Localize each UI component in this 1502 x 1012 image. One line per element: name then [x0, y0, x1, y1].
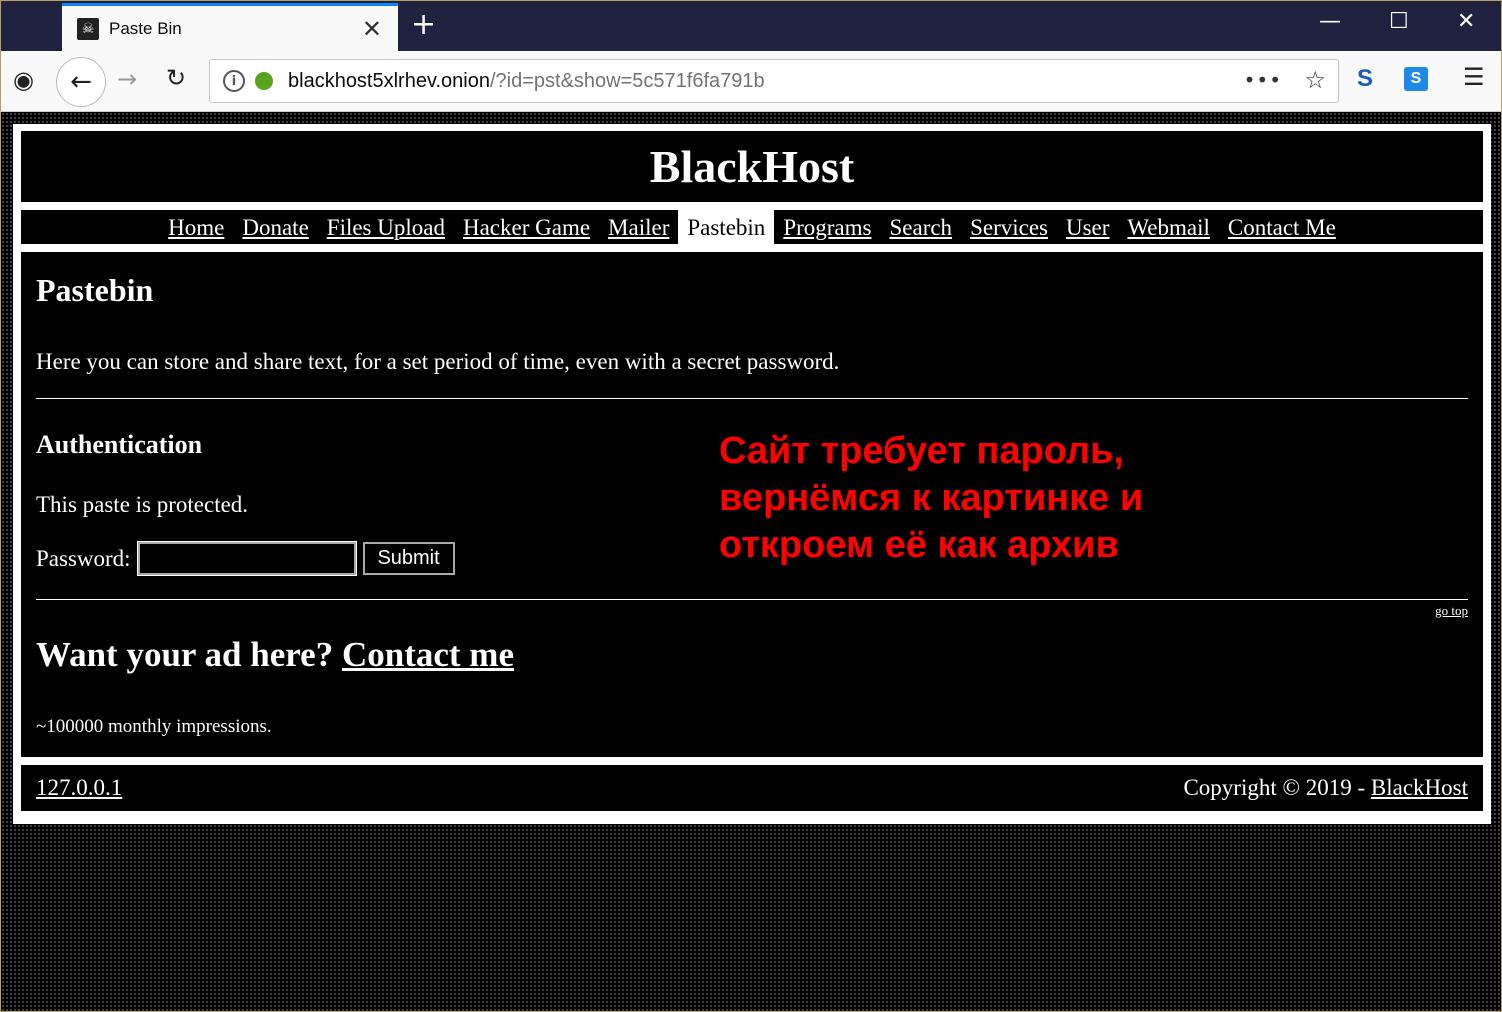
page-actions-icon[interactable]: ••• [1244, 68, 1282, 92]
password-input[interactable] [136, 541, 357, 576]
url-path: /?id=pst&show=5c571f6fa791b [489, 69, 765, 92]
page-title: Pastebin [36, 272, 154, 308]
nav-link-search[interactable]: Search [880, 210, 961, 244]
window-close-icon[interactable]: ✕ [1457, 9, 1475, 34]
copyright: Copyright © 2019 - BlackHost [1183, 775, 1468, 801]
site-footer: 127.0.0.1 Copyright © 2019 - BlackHost [21, 765, 1483, 811]
bookmark-star-icon[interactable]: ☆ [1304, 66, 1326, 94]
url-bar[interactable]: i blackhost5xlrhev.onion/?id=pst&show=5c… [209, 59, 1339, 103]
extension-skype-icon[interactable]: S [1404, 67, 1428, 91]
nav-link-webmail[interactable]: Webmail [1118, 210, 1218, 244]
auth-heading: Authentication [36, 430, 203, 459]
go-top-link[interactable]: go top [1435, 603, 1468, 619]
submit-button[interactable]: Submit [362, 542, 455, 575]
nav-link-home[interactable]: Home [159, 210, 233, 244]
onion-site-icon [255, 72, 273, 90]
divider [36, 599, 1468, 600]
overlay-annotation: Сайт требует пароль, вернёмся к картинке… [719, 430, 1144, 566]
site-header: BlackHost [21, 131, 1483, 202]
navigation-toolbar: ◉ ← → ↻ i blackhost5xlrhev.onion/?id=pst… [0, 51, 1502, 112]
impressions-text: ~100000 monthly impressions. [36, 716, 272, 737]
tab-close-icon[interactable]: ✕ [362, 15, 382, 43]
password-form: Password: Submit [36, 541, 455, 576]
password-label: Password: [36, 545, 131, 571]
nav-link-donate[interactable]: Donate [233, 210, 317, 244]
blackhost-link[interactable]: BlackHost [1371, 775, 1468, 800]
protected-text: This paste is protected. [36, 492, 249, 517]
page-viewport: BlackHost Home Donate Files Upload Hacker G… [0, 112, 1502, 1012]
nav-link-mailer[interactable]: Mailer [599, 210, 678, 244]
main-content: Pastebin Here you can store and share te… [21, 252, 1483, 757]
nav-link-pastebin[interactable]: Pastebin [678, 210, 775, 244]
back-arrow-icon: ← [70, 67, 92, 97]
ad-heading: Want your ad here? Contact me [36, 635, 514, 675]
reload-icon[interactable]: ↻ [166, 64, 186, 92]
nav-link-programs[interactable]: Programs [774, 210, 880, 244]
tab-paste-bin[interactable]: ☠ Paste Bin ✕ [62, 3, 398, 52]
nav-link-hacker-game[interactable]: Hacker Game [454, 210, 599, 244]
tab-title: Paste Bin [109, 19, 182, 38]
nav-link-services[interactable]: Services [961, 210, 1057, 244]
hamburger-menu-icon[interactable]: ☰ [1463, 63, 1485, 91]
tab-bar: ☠ Paste Bin ✕ + — ☐ ✕ [0, 0, 1502, 52]
contact-me-link[interactable]: Contact me [342, 635, 514, 674]
forward-icon[interactable]: → [117, 65, 137, 93]
minimize-icon[interactable]: — [1319, 9, 1341, 34]
copyright-text: Copyright © 2019 - [1183, 775, 1366, 800]
ip-link[interactable]: 127.0.0.1 [36, 775, 122, 801]
intro-text: Here you can store and share text, for a… [36, 349, 840, 374]
back-button[interactable]: ← [56, 57, 106, 107]
maximize-icon[interactable]: ☐ [1389, 9, 1409, 34]
nav-link-user[interactable]: User [1057, 210, 1118, 244]
new-tab-icon[interactable]: + [411, 7, 436, 42]
info-icon[interactable]: i [223, 70, 245, 92]
nav-link-contact-me[interactable]: Contact Me [1219, 210, 1345, 244]
tor-onion-icon[interactable]: ◉ [13, 66, 34, 94]
extension-s-icon[interactable]: S [1357, 65, 1373, 93]
pirate-flag-icon: ☠ [77, 18, 99, 40]
divider [36, 398, 1468, 399]
nav-link-files-upload[interactable]: Files Upload [318, 210, 454, 244]
site-nav: Home Donate Files Upload Hacker Game Mailer P… [21, 210, 1483, 244]
ad-text: Want your ad here? [36, 635, 334, 674]
site-title: BlackHost [649, 141, 855, 192]
site-frame: BlackHost Home Donate Files Upload Hacker G… [13, 124, 1491, 824]
url-host: blackhost5xlrhev.onion [288, 69, 490, 92]
